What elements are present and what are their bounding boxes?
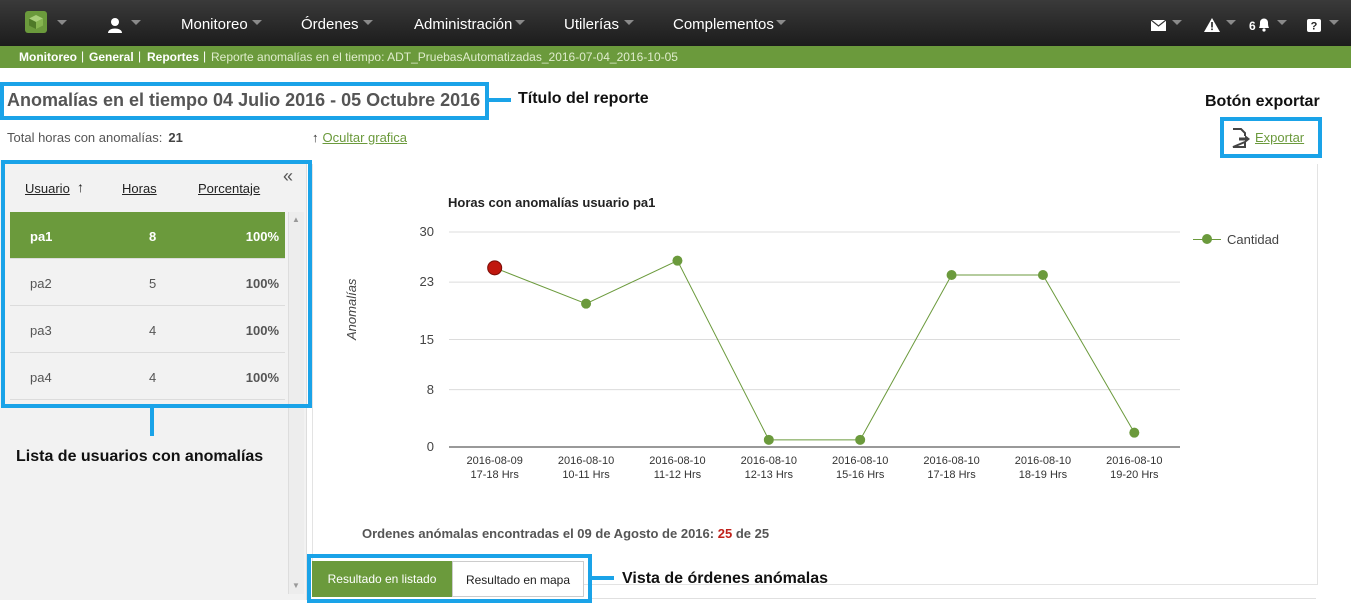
annotation-connector — [150, 408, 154, 436]
orders-found-count: 25 — [717, 526, 733, 541]
nav-ordenes-chevron-icon[interactable] — [363, 20, 373, 25]
nav-utilerias[interactable]: Utilerías — [564, 16, 619, 33]
logo-chevron-down-icon[interactable] — [57, 20, 67, 25]
chart-x-tick-label: 2016-08-10 11-12 Hrs — [649, 455, 706, 481]
breadcrumb-current: Reporte anomalías en el tiempo: ADT_Prue… — [211, 50, 678, 64]
bell-chevron-icon[interactable] — [1277, 20, 1287, 25]
export-label[interactable]: Exportar — [1255, 130, 1304, 145]
chart-y-axis-label: Anomalías — [344, 278, 359, 340]
user-icon[interactable] — [107, 17, 123, 33]
chart-y-tick-label: 15 — [419, 331, 434, 347]
notification-count: 6 — [1249, 19, 1256, 33]
chart-container — [312, 164, 1318, 585]
legend-label: Cantidad — [1227, 232, 1280, 247]
orders-summary: Ordenes anómalas encontradas el 09 de Ag… — [362, 526, 769, 541]
warning-chevron-icon[interactable] — [1226, 20, 1236, 25]
breadcrumb-separator: | — [138, 49, 142, 63]
help-icon[interactable]: ? — [1307, 19, 1321, 32]
total-hours: Total horas con anomalías: 21 — [7, 130, 183, 145]
svg-text:?: ? — [1311, 21, 1318, 33]
annotation-connector — [489, 98, 511, 102]
breadcrumb-monitoreo[interactable]: Monitoreo — [19, 50, 77, 64]
chart-y-tick-label: 8 — [426, 381, 434, 397]
cube-logo-icon[interactable] — [25, 11, 47, 33]
breadcrumb-general[interactable]: General — [89, 50, 134, 64]
mail-chevron-icon[interactable] — [1172, 20, 1182, 25]
top-navbar: Monitoreo Órdenes Administración Utilerí… — [0, 0, 1351, 46]
chart-x-tick-label: 2016-08-09 17-18 Hrs — [466, 455, 523, 481]
divider — [590, 598, 1316, 599]
chart-y-tick-label: 23 — [419, 274, 434, 290]
annotation-label-export: Botón exportar — [1205, 93, 1320, 110]
breadcrumb-separator: | — [81, 49, 85, 63]
nav-administracion-chevron-icon[interactable] — [515, 20, 525, 25]
orders-of-label: de — [735, 526, 751, 541]
export-button[interactable]: Exportar — [1230, 128, 1304, 148]
nav-complementos-chevron-icon[interactable] — [776, 20, 786, 25]
mail-icon[interactable] — [1151, 20, 1166, 31]
export-icon — [1232, 128, 1250, 148]
annotation-box-title — [0, 82, 489, 120]
annotation-connector — [592, 576, 614, 580]
nav-administracion[interactable]: Administración — [414, 16, 512, 33]
hide-chart-link[interactable]: ↑ Ocultar grafica — [312, 130, 407, 145]
chart-x-tick-label: 2016-08-10 10-11 Hrs — [557, 455, 615, 481]
chart-y-tick-label: 0 — [426, 439, 434, 454]
annotation-box-list — [1, 160, 312, 408]
chart-y-tick-label: 30 — [419, 224, 434, 239]
orders-total-count: 25 — [754, 526, 770, 541]
help-chevron-icon[interactable] — [1329, 20, 1339, 25]
chart-x-tick-label: 2016-08-10 18-19 Hrs — [1014, 455, 1072, 481]
nav-ordenes[interactable]: Órdenes — [301, 16, 359, 33]
arrow-up-icon: ↑ — [312, 130, 319, 145]
annotation-box-orders — [307, 554, 592, 603]
user-chevron-down-icon[interactable] — [131, 20, 141, 25]
breadcrumb-reportes[interactable]: Reportes — [147, 50, 199, 64]
chart-x-tick-label: 2016-08-10 12-13 Hrs — [740, 455, 797, 481]
chart-x-tick-label: 2016-08-10 17-18 Hrs — [923, 455, 980, 481]
annotation-label-orders: Vista de órdenes anómalas — [622, 570, 829, 587]
bell-icon[interactable] — [1257, 17, 1271, 32]
chart-title: Horas con anomalías usuario pa1 — [448, 195, 656, 210]
nav-monitoreo[interactable]: Monitoreo — [181, 16, 248, 33]
annotation-label-title: Título del reporte — [518, 90, 649, 107]
nav-monitoreo-chevron-icon[interactable] — [252, 20, 262, 25]
chart-x-tick-label: 2016-08-10 15-16 Hrs — [832, 455, 889, 481]
annotation-label-list: Lista de usuarios con anomalías — [16, 448, 264, 465]
nav-utilerias-chevron-icon[interactable] — [624, 20, 634, 25]
orders-summary-prefix: Ordenes anómalas encontradas el 09 de Ag… — [362, 526, 715, 541]
total-hours-label: Total horas con anomalías: — [7, 130, 163, 145]
legend-dot-swatch — [1202, 234, 1212, 244]
chart-x-tick-label: 2016-08-10 19-20 Hrs — [1106, 455, 1163, 481]
breadcrumb: Monitoreo | General | Reportes | Reporte… — [0, 46, 1351, 68]
warning-icon[interactable] — [1204, 18, 1220, 32]
nav-complementos[interactable]: Complementos — [673, 16, 774, 33]
hide-chart-label[interactable]: Ocultar grafica — [323, 130, 408, 145]
total-hours-value: 21 — [168, 130, 183, 145]
breadcrumb-separator: | — [203, 49, 207, 63]
scroll-down-icon[interactable]: ▼ — [292, 581, 300, 590]
